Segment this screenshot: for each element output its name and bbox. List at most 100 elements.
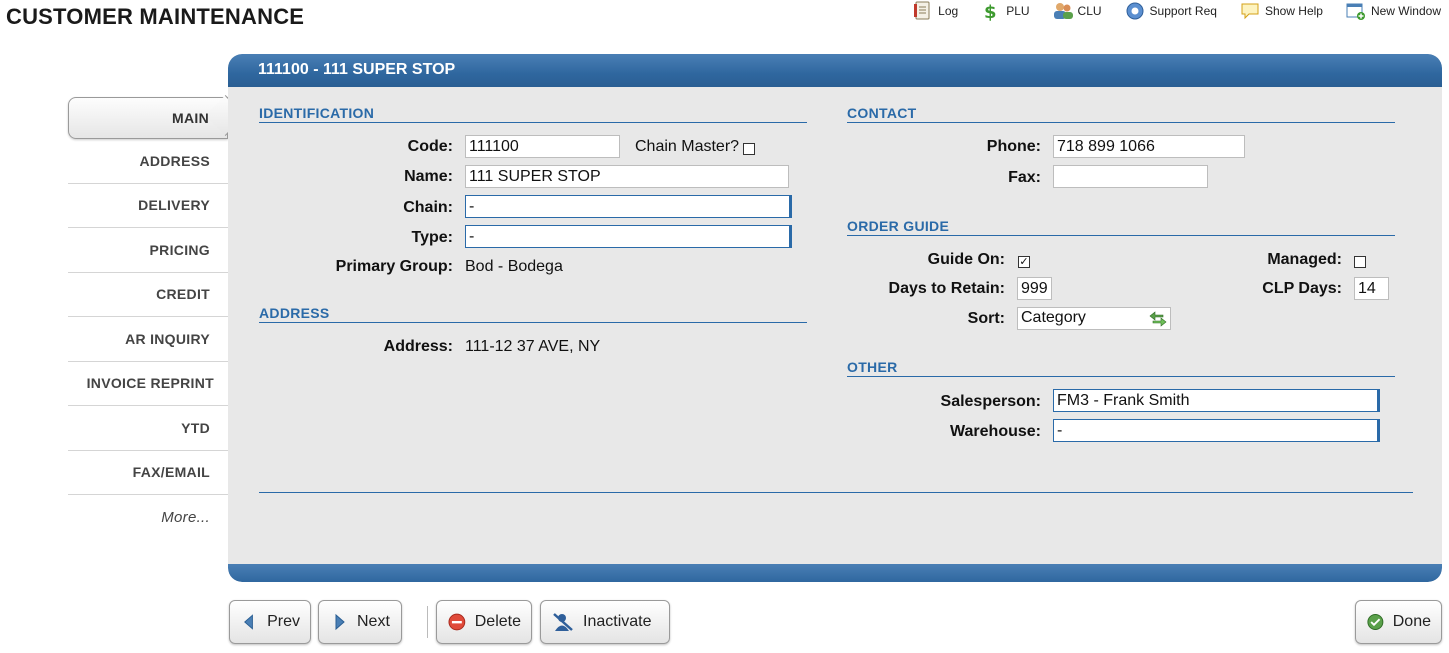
sidebar-item-label: FAX/EMAIL xyxy=(132,464,210,481)
prev-label: Prev xyxy=(267,613,300,630)
new-window-label: New Window xyxy=(1370,4,1441,18)
sidebar-item-ytd[interactable]: YTD xyxy=(68,406,228,451)
support-req-label: Support Req xyxy=(1149,4,1217,18)
primary-group-value: Bod - Bodega xyxy=(465,258,563,275)
show-help-label: Show Help xyxy=(1264,4,1323,18)
sidebar-item-label: INVOICE REPRINT xyxy=(86,375,214,392)
chain-select[interactable] xyxy=(465,195,792,218)
left-arrow-icon xyxy=(244,614,253,630)
sidebar-item-label: AR INQUIRY xyxy=(125,330,210,347)
sidebar-item-label: More... xyxy=(161,508,210,526)
show-help-button[interactable]: Show Help xyxy=(1239,1,1323,21)
button-divider xyxy=(427,606,428,638)
identification-heading: IDENTIFICATION xyxy=(259,105,807,123)
address-label: Address: xyxy=(383,338,453,355)
sidebar-item-label: MAIN xyxy=(172,110,209,126)
log-icon xyxy=(914,1,930,20)
sidebar-item-credit[interactable]: CREDIT xyxy=(68,273,228,317)
dollar-icon: $ xyxy=(984,2,997,21)
phone-input[interactable] xyxy=(1053,135,1245,158)
delete-icon xyxy=(448,613,466,631)
type-label: Type: xyxy=(411,229,453,246)
log-label: Log xyxy=(938,4,959,18)
sidebar-item-ar-inquiry[interactable]: AR INQUIRY xyxy=(68,317,228,362)
managed-label: Managed: xyxy=(1267,251,1342,268)
other-heading: OTHER xyxy=(847,359,1395,377)
inactivate-label: Inactivate xyxy=(583,613,652,630)
plu-label: PLU xyxy=(1006,4,1030,18)
managed-checkbox[interactable] xyxy=(1354,256,1366,268)
support-icon xyxy=(1126,2,1144,20)
chain-master-checkbox[interactable] xyxy=(743,143,755,155)
fax-input[interactable] xyxy=(1053,165,1208,188)
type-select[interactable] xyxy=(465,225,792,248)
clp-days-input[interactable] xyxy=(1354,277,1389,300)
top-toolbar: Log $ PLU CLU Support Req Show Help New … xyxy=(912,0,1441,22)
plu-button[interactable]: $ PLU xyxy=(980,1,1029,21)
check-circle-icon xyxy=(1367,614,1384,630)
clu-label: CLU xyxy=(1077,4,1102,18)
order-guide-heading: ORDER GUIDE xyxy=(847,218,1395,236)
prev-button[interactable]: Prev xyxy=(229,600,311,644)
sidebar-item-fax-email[interactable]: FAX/EMAIL xyxy=(68,451,228,495)
page-title: CUSTOMER MAINTENANCE xyxy=(6,4,305,29)
chain-master-label: Chain Master? xyxy=(635,138,740,155)
swap-arrows-icon[interactable] xyxy=(1146,308,1170,330)
code-label: Code: xyxy=(407,138,453,155)
address-value: 111-12 37 AVE, NY xyxy=(465,338,601,355)
sort-select[interactable]: Category xyxy=(1017,307,1171,330)
sort-label: Sort: xyxy=(967,310,1005,327)
days-to-retain-label: Days to Retain: xyxy=(888,280,1005,297)
done-button[interactable]: Done xyxy=(1355,600,1442,644)
done-label: Done xyxy=(1392,613,1431,630)
name-label: Name: xyxy=(404,168,453,185)
contact-heading: CONTACT xyxy=(847,105,1395,123)
warehouse-select[interactable] xyxy=(1053,419,1380,442)
chain-label: Chain: xyxy=(403,199,453,216)
inactivate-button[interactable]: Inactivate xyxy=(540,600,670,644)
address-heading: ADDRESS xyxy=(259,305,807,323)
days-to-retain-input[interactable] xyxy=(1017,277,1052,300)
salesperson-label: Salesperson: xyxy=(940,393,1041,410)
delete-button[interactable]: Delete xyxy=(436,600,532,644)
sidebar-item-label: ADDRESS xyxy=(139,152,210,169)
name-input[interactable] xyxy=(465,165,789,188)
help-bubble-icon xyxy=(1241,3,1259,20)
primary-group-label: Primary Group: xyxy=(335,258,453,275)
svg-text:$: $ xyxy=(984,2,997,21)
guide-on-checkbox[interactable]: ✓ xyxy=(1018,256,1030,268)
user-block-icon xyxy=(553,613,573,631)
next-label: Next xyxy=(357,613,390,630)
guide-on-label: Guide On: xyxy=(927,251,1005,268)
fax-label: Fax: xyxy=(1008,169,1041,186)
sidebar-nav: MAIN ADDRESS DELIVERY PRICING CREDIT AR … xyxy=(68,97,228,540)
sidebar-item-delivery[interactable]: DELIVERY xyxy=(68,184,228,228)
divider xyxy=(259,492,1413,493)
phone-label: Phone: xyxy=(986,138,1041,155)
warehouse-label: Warehouse: xyxy=(950,423,1041,440)
sidebar-item-more[interactable]: More... xyxy=(68,495,228,540)
support-req-button[interactable]: Support Req xyxy=(1124,1,1217,21)
clp-days-label: CLP Days: xyxy=(1262,280,1342,297)
sort-value: Category xyxy=(1021,309,1086,326)
customer-panel: 111100 - 111 SUPER STOP IDENTIFICATION C… xyxy=(228,54,1442,582)
sidebar-item-label: DELIVERY xyxy=(138,197,210,214)
sidebar-item-label: CREDIT xyxy=(156,286,210,303)
panel-footer-bar xyxy=(228,564,1442,582)
code-input[interactable] xyxy=(465,135,620,158)
new-window-icon xyxy=(1346,3,1365,20)
sidebar-item-invoice-reprint[interactable]: INVOICE REPRINT xyxy=(68,362,228,406)
delete-label: Delete xyxy=(474,613,521,630)
sidebar-item-label: YTD xyxy=(181,419,210,436)
sidebar-item-main[interactable]: MAIN xyxy=(68,97,228,139)
next-button[interactable]: Next xyxy=(318,600,402,644)
sidebar-item-address[interactable]: ADDRESS xyxy=(68,139,228,184)
salesperson-select[interactable] xyxy=(1053,389,1380,412)
panel-title: 111100 - 111 SUPER STOP xyxy=(228,54,1442,87)
log-button[interactable]: Log xyxy=(912,1,958,21)
sidebar-item-pricing[interactable]: PRICING xyxy=(68,228,228,273)
right-arrow-icon xyxy=(335,613,345,631)
clu-button[interactable]: CLU xyxy=(1052,1,1102,21)
new-window-button[interactable]: New Window xyxy=(1345,1,1441,21)
sidebar-item-label: PRICING xyxy=(149,241,210,258)
